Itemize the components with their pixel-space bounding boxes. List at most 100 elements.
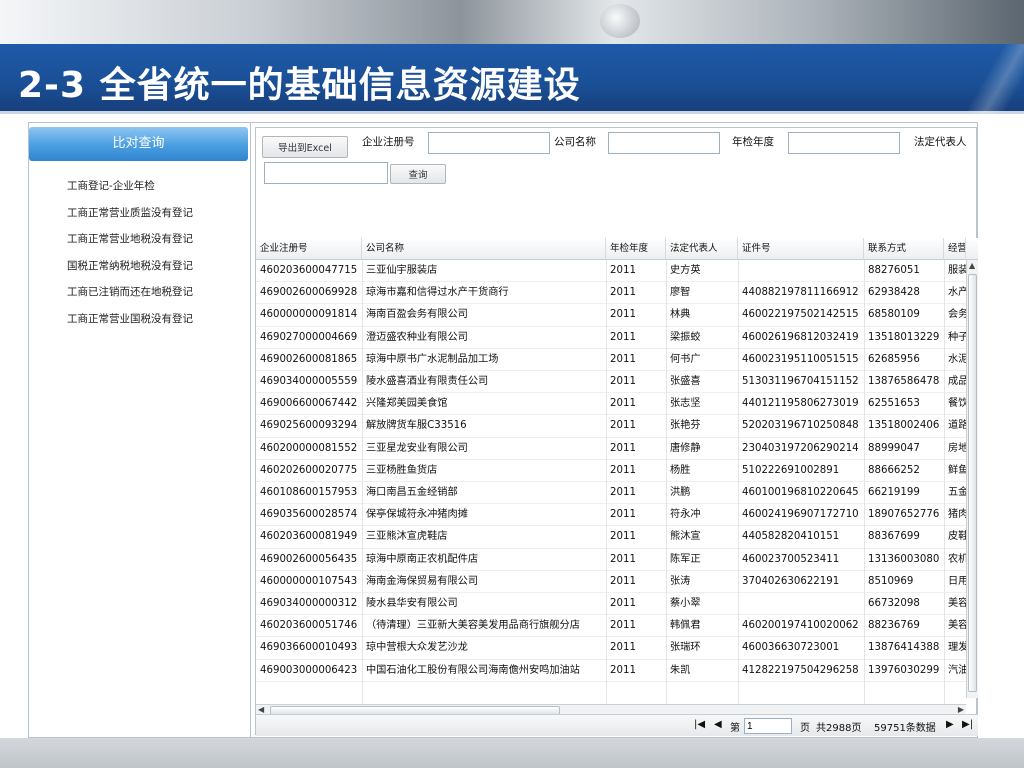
table-cell: 230403197206290214 xyxy=(742,442,859,454)
table-cell: 水产 xyxy=(948,287,966,299)
table-cell: 2011 xyxy=(610,464,636,476)
table-cell: 日用 xyxy=(948,575,966,587)
year-input[interactable] xyxy=(788,132,900,154)
company-label: 公司名称 xyxy=(554,136,596,148)
table-cell: 460202600020775 xyxy=(260,464,358,476)
table-cell: 469006600067442 xyxy=(260,398,358,410)
table-cell: 美容 xyxy=(948,598,966,609)
table-cell: 68580109 xyxy=(868,309,920,321)
table-cell: 唐修静 xyxy=(670,442,701,454)
table-cell: 13518013229 xyxy=(868,331,940,343)
app-screenshot: 比对查询 工商登记-企业年检 工商正常营业质监没有登记 工商正常营业地税没有登记… xyxy=(28,122,978,738)
table-cell: 460022197502142515 xyxy=(742,309,859,321)
table-cell: 2011 xyxy=(610,664,636,676)
last-page-icon[interactable]: ▶| xyxy=(962,719,973,730)
page-label: 第 xyxy=(730,723,740,734)
table-cell: 餐饮 xyxy=(948,398,966,410)
query-panel: 导出到Excel 企业注册号 公司名称 年检年度 法定代表人 查询 企业注册号 … xyxy=(255,127,978,736)
table-cell: 2011 xyxy=(610,331,636,343)
table-cell: 469002600081865 xyxy=(260,353,358,365)
menu-item[interactable]: 工商已注销而还在地税登记 xyxy=(67,279,250,306)
first-page-icon[interactable]: |◀ xyxy=(694,719,705,730)
prev-page-icon[interactable]: ◀ xyxy=(714,719,722,730)
reg-no-input[interactable] xyxy=(428,132,550,154)
vertical-scrollbar[interactable]: ▲ xyxy=(966,260,978,698)
table-cell: 鲜鱼 xyxy=(948,464,966,476)
table-cell: 张瑞环 xyxy=(670,642,701,654)
column-header[interactable]: 企业注册号 xyxy=(256,238,362,260)
table-cell: 2011 xyxy=(610,265,636,276)
table-cell: 460026196812032419 xyxy=(742,331,859,343)
table-cell: 440121195806273019 xyxy=(742,398,859,410)
table-cell: 460203600081949 xyxy=(260,531,358,543)
results-grid: 企业注册号 公司名称 年检年度 法定代表人 证件号 联系方式 经营 460203… xyxy=(256,238,978,716)
table-cell: 13518002406 xyxy=(868,420,940,432)
search-button[interactable]: 查询 xyxy=(390,164,446,184)
table-cell: 何书广 xyxy=(670,353,701,365)
table-cell: 440582820410151 xyxy=(742,531,840,543)
column-header[interactable]: 联系方式 xyxy=(864,238,944,260)
slide-top-decoration xyxy=(0,0,1024,48)
reg-no-label: 企业注册号 xyxy=(362,136,415,148)
column-separator xyxy=(606,260,607,716)
legal-rep-input[interactable] xyxy=(264,162,388,184)
vertical-scroll-thumb[interactable] xyxy=(968,274,977,692)
table-cell: 琼海中原南正农机配件店 xyxy=(366,553,479,565)
table-cell: 520203196710250848 xyxy=(742,420,859,432)
table-cell: 2011 xyxy=(610,531,636,543)
scroll-right-icon[interactable]: ▶ xyxy=(958,705,964,714)
table-cell: 370402630622191 xyxy=(742,575,840,587)
pagination-bar: |◀ ◀ 第 页 共2988页 59751条数据 ▶ ▶| xyxy=(256,714,978,736)
table-cell: 460036630723001 xyxy=(742,642,840,654)
table-cell: 房地 xyxy=(948,442,966,454)
table-cell: 中国石油化工股份有限公司海南儋州安鸣加油站 xyxy=(366,664,580,676)
column-header[interactable]: 法定代表人 xyxy=(666,238,738,260)
table-cell: 2011 xyxy=(610,620,636,632)
table-cell: 保亭保城符永冲猪肉摊 xyxy=(366,509,468,521)
table-cell: （待清理）三亚新大美容美发用品商行旗舰分店 xyxy=(366,620,580,632)
table-cell: 张涛 xyxy=(670,575,691,587)
table-cell: 廖智 xyxy=(670,287,691,299)
total-records: 59751条数据 xyxy=(874,723,936,734)
menu-item[interactable]: 工商正常营业国税没有登记 xyxy=(67,306,250,333)
table-cell: 水泥 xyxy=(948,353,966,365)
scroll-up-icon[interactable]: ▲ xyxy=(969,261,975,270)
table-cell: 符永冲 xyxy=(670,509,701,521)
table-cell: 琼海市嘉和信得过水产干货商行 xyxy=(366,287,509,299)
table-cell: 469002600056435 xyxy=(260,553,358,565)
menu-item[interactable]: 工商正常营业地税没有登记 xyxy=(67,226,250,253)
legal-rep-label: 法定代表人 xyxy=(914,136,967,148)
left-panel-header[interactable]: 比对查询 xyxy=(29,127,248,161)
menu-item[interactable]: 国税正常纳税地税没有登记 xyxy=(67,253,250,280)
export-excel-button[interactable]: 导出到Excel xyxy=(262,136,348,158)
table-cell: 成品 xyxy=(948,376,966,387)
table-cell: 兴隆郑美园美食馆 xyxy=(366,398,448,410)
column-header[interactable]: 经营 xyxy=(944,238,966,260)
table-cell: 469035600028574 xyxy=(260,509,358,521)
table-cell: 皮鞋 xyxy=(948,531,966,543)
table-cell: 陵水盛喜酒业有限责任公司 xyxy=(366,376,489,387)
menu-item[interactable]: 工商正常营业质监没有登记 xyxy=(67,200,250,227)
column-header[interactable]: 年检年度 xyxy=(606,238,666,260)
table-cell: 海口南昌五金经销部 xyxy=(366,487,458,498)
table-cell: 熊沐宣 xyxy=(670,531,701,543)
scroll-left-icon[interactable]: ◀ xyxy=(258,705,264,714)
column-header[interactable]: 公司名称 xyxy=(362,238,606,260)
table-cell: 88999047 xyxy=(868,442,920,454)
table-cell: 88276051 xyxy=(868,265,920,276)
column-header[interactable]: 证件号 xyxy=(738,238,864,260)
column-separator xyxy=(362,260,363,716)
table-cell: 88666252 xyxy=(868,464,920,476)
table-cell: 2011 xyxy=(610,420,636,432)
next-page-icon[interactable]: ▶ xyxy=(946,719,954,730)
table-cell: 琼中营根大众发艺沙龙 xyxy=(366,642,468,654)
menu-item[interactable]: 工商登记-企业年检 xyxy=(67,173,250,200)
table-cell: 469003000006423 xyxy=(260,664,358,676)
grid-header: 企业注册号 公司名称 年检年度 法定代表人 证件号 联系方式 经营 xyxy=(256,238,978,260)
company-input[interactable] xyxy=(608,132,720,154)
page-number-input[interactable] xyxy=(744,718,792,734)
left-menu: 工商登记-企业年检 工商正常营业质监没有登记 工商正常营业地税没有登记 国税正常… xyxy=(29,161,250,332)
table-cell: 440882197811166912 xyxy=(742,287,859,299)
table-cell: 杨胜 xyxy=(670,464,691,476)
column-separator xyxy=(944,260,945,716)
